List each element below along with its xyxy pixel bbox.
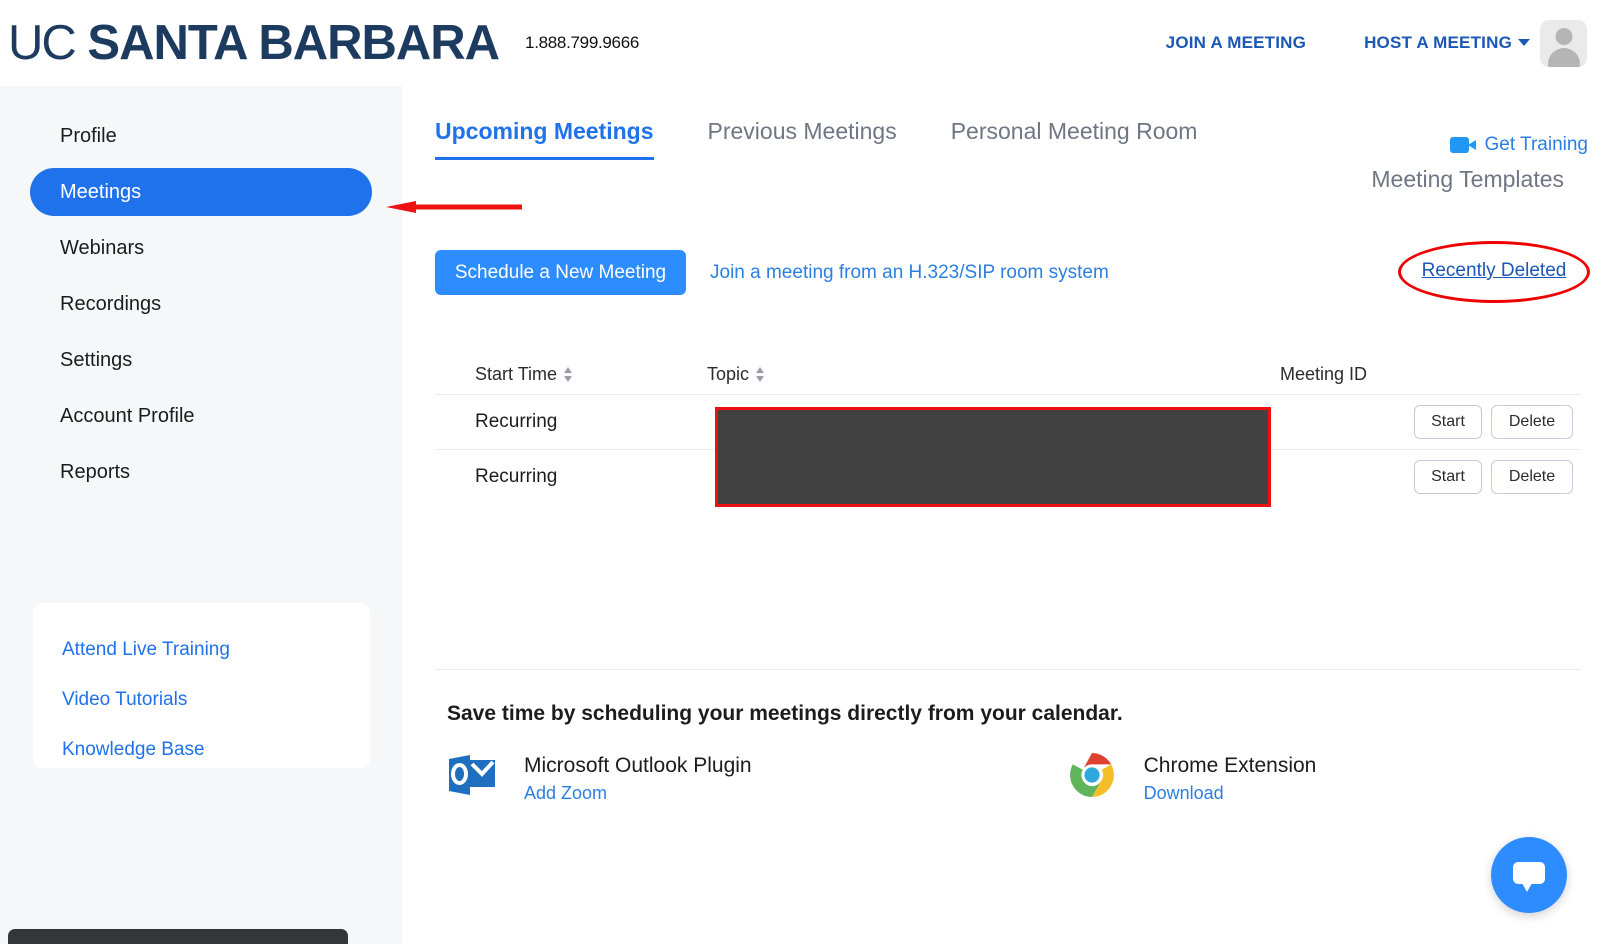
cell-actions: Start Delete <box>1367 405 1581 439</box>
chrome-extension-item: Chrome Extension Download <box>1067 750 1317 804</box>
host-a-meeting-link[interactable]: HOST A MEETING <box>1364 33 1530 53</box>
chrome-extension-name: Chrome Extension <box>1143 754 1317 777</box>
calendar-promo-title: Save time by scheduling your meetings di… <box>447 702 1123 725</box>
sidebar-item-meetings[interactable]: Meetings <box>30 168 372 216</box>
recently-deleted-annotation: Recently Deleted <box>1398 241 1590 303</box>
chat-support-button[interactable] <box>1491 837 1567 913</box>
logo-uc-text: UC <box>8 15 77 70</box>
column-header-topic-label: Topic <box>707 363 750 384</box>
outlook-plugin-name: Microsoft Outlook Plugin <box>524 754 752 777</box>
start-meeting-button[interactable]: Start <box>1414 460 1482 494</box>
get-training-link[interactable]: Get Training <box>1449 134 1589 156</box>
cell-actions: Start Delete <box>1367 460 1581 494</box>
tab-previous-meetings[interactable]: Previous Meetings <box>708 118 897 157</box>
download-link[interactable]: Download <box>1144 783 1317 804</box>
google-chrome-icon <box>1067 750 1117 800</box>
help-resources-card: Attend Live Training Video Tutorials Kno… <box>33 603 370 768</box>
sidebar-item-reports[interactable]: Reports <box>30 448 372 496</box>
join-a-meeting-link[interactable]: JOIN A MEETING <box>1166 33 1306 53</box>
sidebar-item-recordings[interactable]: Recordings <box>30 280 372 328</box>
chat-bubble-icon <box>1513 862 1545 892</box>
meetings-action-bar: Schedule a New Meeting Join a meeting fr… <box>435 241 1600 303</box>
logo-campus-text: SANTA BARBARA <box>87 15 500 70</box>
cell-start-time: Recurring <box>475 466 558 487</box>
main-content: Upcoming Meetings Previous Meetings Pers… <box>402 86 1600 944</box>
join-h323-sip-link[interactable]: Join a meeting from an H.323/SIP room sy… <box>710 262 1109 284</box>
column-header-meeting-id: Meeting ID <box>1279 363 1367 384</box>
schedule-a-new-meeting-button[interactable]: Schedule a New Meeting <box>435 250 686 295</box>
chrome-extension-text: Chrome Extension Download <box>1144 752 1317 804</box>
column-header-topic[interactable]: Topic <box>707 364 1107 385</box>
sidebar: Profile Meetings Webinars Recordings Set… <box>0 86 402 944</box>
sort-arrows-icon[interactable] <box>756 366 765 382</box>
video-camera-icon <box>1449 137 1476 153</box>
sidebar-item-profile[interactable]: Profile <box>30 112 372 160</box>
outlook-plugin-item: Microsoft Outlook Plugin Add Zoom <box>447 752 752 804</box>
column-header-start-time[interactable]: Start Time <box>435 364 707 385</box>
add-zoom-link[interactable]: Add Zoom <box>524 783 752 804</box>
meetings-table-header: Start Time Topic Meeting ID <box>435 354 1581 394</box>
calendar-promo-row: Microsoft Outlook Plugin Add Zoom Chrome… <box>447 752 1316 804</box>
redaction-overlay <box>715 407 1271 507</box>
host-a-meeting-label: HOST A MEETING <box>1364 33 1512 52</box>
microsoft-outlook-icon <box>447 752 497 798</box>
sidebar-item-account-profile[interactable]: Account Profile <box>30 392 372 440</box>
meetings-tab-bar: Upcoming Meetings Previous Meetings Pers… <box>435 118 1251 160</box>
attend-live-training-link[interactable]: Attend Live Training <box>33 603 370 659</box>
sidebar-item-settings[interactable]: Settings <box>30 336 372 384</box>
window-chrome-strip <box>8 929 348 944</box>
sort-arrows-icon[interactable] <box>564 366 573 382</box>
recently-deleted-link[interactable]: Recently Deleted <box>1398 260 1590 282</box>
chevron-down-icon <box>1518 39 1530 46</box>
knowledge-base-link[interactable]: Knowledge Base <box>33 709 370 759</box>
sidebar-item-webinars[interactable]: Webinars <box>30 224 372 272</box>
avatar[interactable] <box>1540 19 1587 67</box>
section-divider <box>435 669 1581 670</box>
column-header-start-time-label: Start Time <box>475 363 558 384</box>
cell-start-time: Recurring <box>475 411 558 432</box>
site-header: UC SANTA BARBARA 1.888.799.9666 JOIN A M… <box>0 0 1600 86</box>
tab-personal-meeting-room[interactable]: Personal Meeting Room <box>951 118 1198 157</box>
tab-meeting-templates[interactable]: Meeting Templates <box>1371 166 1564 193</box>
outlook-plugin-text: Microsoft Outlook Plugin Add Zoom <box>524 752 752 804</box>
start-meeting-button[interactable]: Start <box>1414 405 1482 439</box>
sidebar-nav: Profile Meetings Webinars Recordings Set… <box>0 86 402 496</box>
video-tutorials-link[interactable]: Video Tutorials <box>33 659 370 709</box>
get-training-label: Get Training <box>1484 134 1589 155</box>
delete-meeting-button[interactable]: Delete <box>1491 405 1573 439</box>
tab-upcoming-meetings[interactable]: Upcoming Meetings <box>435 118 654 160</box>
delete-meeting-button[interactable]: Delete <box>1491 460 1573 494</box>
uc-santa-barbara-logo: UC SANTA BARBARA <box>8 15 500 70</box>
meetings-table: Start Time Topic Meeting ID Recurring St… <box>435 354 1581 507</box>
support-phone-number: 1.888.799.9666 <box>525 33 640 52</box>
